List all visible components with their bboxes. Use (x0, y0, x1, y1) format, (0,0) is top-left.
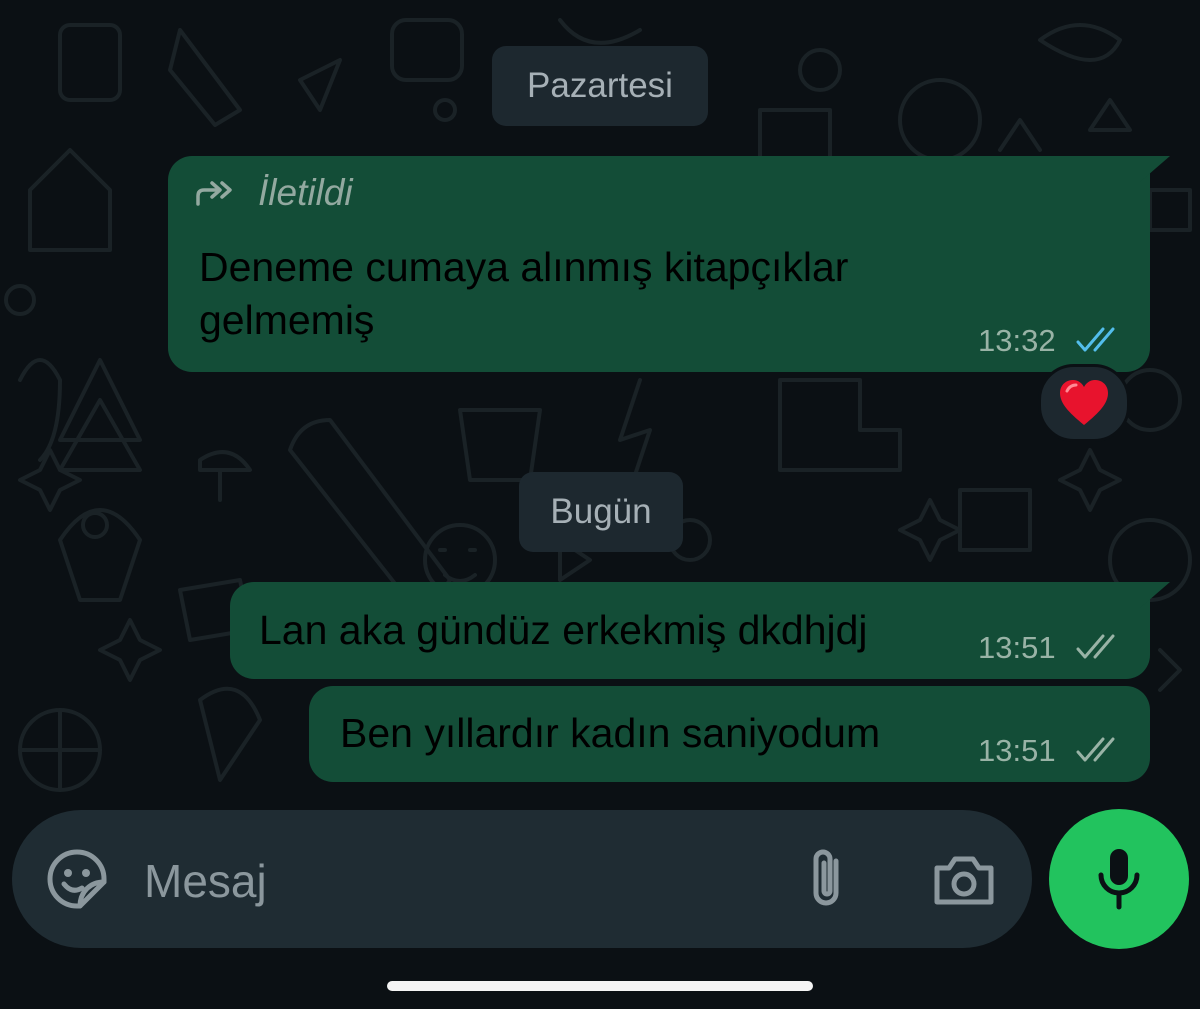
delivered-ticks-icon (1076, 737, 1115, 762)
forward-arrow-icon (196, 181, 232, 206)
bubble-tail (1140, 582, 1170, 608)
date-chip-monday: Pazartesi (492, 46, 708, 126)
paperclip-icon (813, 849, 839, 906)
message-text: Deneme cumaya alınmış kitapçıklar gelmem… (199, 241, 848, 347)
attach-button[interactable] (794, 844, 858, 914)
delivered-ticks-icon (1076, 634, 1115, 659)
reaction-badge[interactable] (1038, 364, 1130, 442)
read-ticks-icon (1076, 327, 1115, 352)
date-chip-label: Bugün (550, 492, 652, 531)
message-time: 13:51 (978, 733, 1056, 768)
camera-icon (934, 856, 994, 905)
sticker-button[interactable] (42, 844, 112, 914)
red-heart-icon (1060, 380, 1108, 425)
forwarded-indicator: İletildi (194, 172, 353, 214)
message-composer (12, 810, 1032, 948)
sticker-icon (47, 849, 107, 909)
date-chip-label: Pazartesi (527, 66, 673, 105)
message-time: 13:51 (978, 630, 1056, 665)
camera-button[interactable] (926, 848, 1002, 912)
date-chip-today: Bugün (519, 472, 683, 552)
message-time: 13:32 (978, 323, 1056, 358)
home-indicator[interactable] (387, 981, 813, 991)
message-text-line: gelmemiş (199, 297, 375, 343)
bubble-tail (1140, 156, 1170, 182)
message-text: Ben yıllardır kadın saniyodum (340, 710, 881, 756)
message-input[interactable] (142, 840, 786, 922)
voice-record-button[interactable] (1049, 809, 1189, 949)
forwarded-label: İletildi (258, 172, 353, 213)
message-text-line: Deneme cumaya alınmış kitapçıklar (199, 244, 849, 290)
message-text: Lan aka gündüz erkekmiş dkdhjdj (259, 607, 868, 653)
microphone-icon (1098, 849, 1140, 910)
